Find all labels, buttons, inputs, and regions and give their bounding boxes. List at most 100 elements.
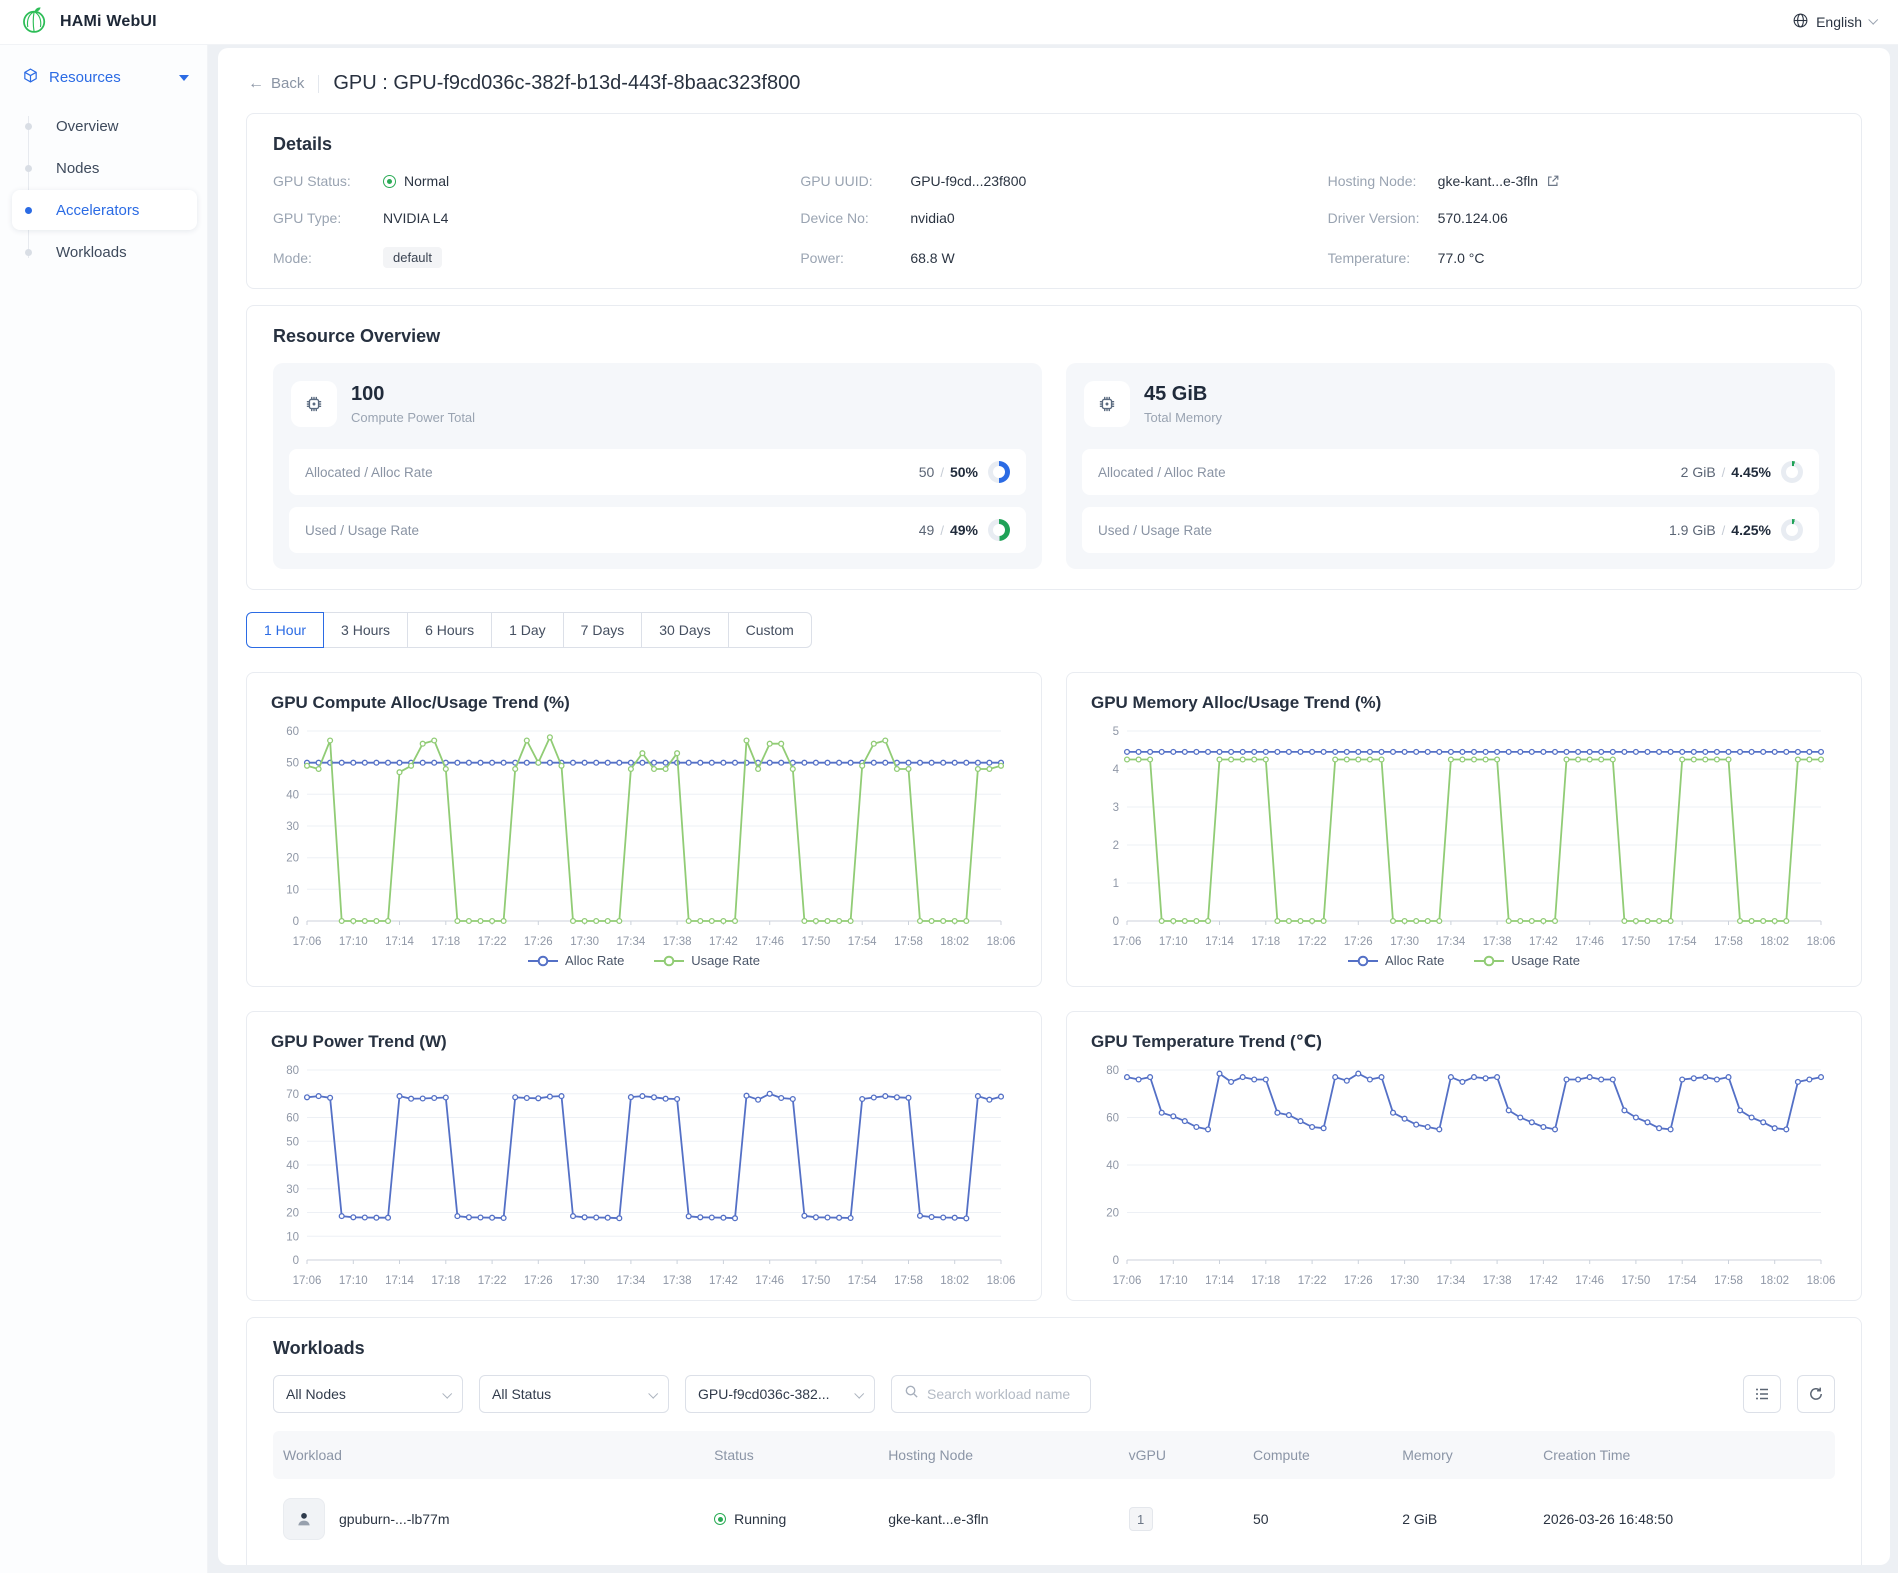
svg-text:17:18: 17:18 xyxy=(1251,1275,1280,1287)
svg-text:17:42: 17:42 xyxy=(709,1275,738,1287)
resource-total: 45 GiB xyxy=(1144,383,1222,406)
svg-text:17:50: 17:50 xyxy=(1622,936,1651,948)
breadcrumb-divider xyxy=(318,75,319,93)
resource-stat-row: Used / Usage Rate49/49% xyxy=(289,507,1026,553)
globe-icon xyxy=(1792,12,1809,32)
resource-caption: Total Memory xyxy=(1144,410,1222,425)
field-label: Temperature: xyxy=(1328,250,1438,266)
workload-search[interactable] xyxy=(891,1375,1091,1413)
detail-field: Temperature:77.0 °C xyxy=(1328,247,1835,268)
chevron-down-icon xyxy=(854,1388,864,1398)
chart-card-2: GPU Power Trend (W)0102030405060708017:0… xyxy=(246,1011,1042,1301)
sidebar-item-workloads[interactable]: Workloads xyxy=(12,232,197,272)
sidebar-item-overview[interactable]: Overview xyxy=(12,106,197,146)
resource-overview-title: Resource Overview xyxy=(273,326,1835,347)
svg-text:17:34: 17:34 xyxy=(617,936,646,948)
column-header-status: Status xyxy=(714,1447,888,1463)
sidebar-section-resources[interactable]: Resources xyxy=(0,59,207,96)
svg-text:0: 0 xyxy=(293,916,299,928)
sidebar-item-label: Accelerators xyxy=(56,202,139,219)
workload-name[interactable]: gpuburn-...-lb77m xyxy=(339,1511,450,1527)
filter-select-2[interactable]: GPU-f9cd036c-382... xyxy=(685,1375,875,1413)
sidebar-section-label: Resources xyxy=(49,69,169,86)
status-running-icon xyxy=(714,1513,726,1525)
svg-text:17:46: 17:46 xyxy=(1575,1275,1604,1287)
time-tab-1-day[interactable]: 1 Day xyxy=(491,612,564,648)
svg-text:17:26: 17:26 xyxy=(524,936,553,948)
svg-text:17:30: 17:30 xyxy=(570,936,599,948)
svg-text:17:42: 17:42 xyxy=(1529,1275,1558,1287)
line-chart: 01234517:0617:1017:1417:1817:2217:2617:3… xyxy=(1091,719,1831,951)
svg-text:1: 1 xyxy=(1113,878,1119,890)
time-tab-7-days[interactable]: 7 Days xyxy=(563,612,643,648)
workload-avatar xyxy=(283,1498,325,1540)
svg-text:50: 50 xyxy=(286,1136,299,1148)
column-header-hosting-node: Hosting Node xyxy=(888,1447,1128,1463)
back-button[interactable]: ← Back xyxy=(248,75,304,93)
legend-marker-icon xyxy=(1474,955,1504,967)
cube-icon xyxy=(22,67,39,88)
sidebar-item-label: Nodes xyxy=(56,160,99,177)
time-tab-1-hour[interactable]: 1 Hour xyxy=(246,612,324,648)
svg-text:30: 30 xyxy=(286,821,299,833)
column-settings-button[interactable] xyxy=(1743,1375,1781,1413)
column-header-workload: Workload xyxy=(283,1447,714,1463)
filter-select-1[interactable]: All Status xyxy=(479,1375,669,1413)
chip-icon xyxy=(303,393,325,415)
workloads-title: Workloads xyxy=(273,1338,1835,1359)
detail-field: GPU Status:Normal xyxy=(273,173,780,189)
resource-icon-box xyxy=(291,381,337,427)
svg-text:17:38: 17:38 xyxy=(663,1275,692,1287)
legend-item[interactable]: Alloc Rate xyxy=(1348,953,1444,968)
svg-text:17:38: 17:38 xyxy=(1483,936,1512,948)
svg-text:18:06: 18:06 xyxy=(1807,1275,1836,1287)
chevron-down-icon xyxy=(648,1388,658,1398)
table-header-row: WorkloadStatusHosting NodevGPUComputeMem… xyxy=(273,1431,1835,1479)
filter-value: GPU-f9cd036c-382... xyxy=(698,1386,830,1402)
svg-text:17:30: 17:30 xyxy=(1390,1275,1419,1287)
time-tab-3-hours[interactable]: 3 Hours xyxy=(323,612,408,648)
legend-marker-icon xyxy=(654,955,684,967)
svg-text:40: 40 xyxy=(286,789,299,801)
chart-card-1: GPU Memory Alloc/Usage Trend (%)01234517… xyxy=(1066,672,1862,987)
person-icon xyxy=(293,1508,315,1530)
time-tab-30-days[interactable]: 30 Days xyxy=(641,612,728,648)
time-tab-custom[interactable]: Custom xyxy=(728,612,812,648)
tree-dot xyxy=(25,123,32,130)
workload-search-input[interactable] xyxy=(927,1386,1077,1402)
svg-text:17:14: 17:14 xyxy=(1205,936,1234,948)
sidebar: Resources Overview Nodes Accelerators Workl… xyxy=(0,45,208,1573)
field-label: Mode: xyxy=(273,250,383,266)
svg-text:17:18: 17:18 xyxy=(1251,936,1280,948)
chart-legend: Alloc Rate Usage Rate xyxy=(271,951,1017,976)
back-label: Back xyxy=(271,75,304,92)
hosting-node-link[interactable]: gke-kant...e-3fln xyxy=(1438,173,1560,189)
refresh-button[interactable] xyxy=(1797,1375,1835,1413)
detail-field: GPU UUID:GPU-f9cd...23f800 xyxy=(800,173,1307,189)
legend-item[interactable]: Alloc Rate xyxy=(528,953,624,968)
svg-text:60: 60 xyxy=(286,1113,299,1125)
svg-text:17:54: 17:54 xyxy=(848,1275,877,1287)
svg-text:17:18: 17:18 xyxy=(431,1275,460,1287)
sidebar-item-nodes[interactable]: Nodes xyxy=(12,148,197,188)
resource-cards: 100Compute Power TotalAllocated / Alloc … xyxy=(273,363,1835,569)
sidebar-item-accelerators[interactable]: Accelerators xyxy=(12,190,197,230)
line-chart: 02040608017:0617:1017:1417:1817:2217:261… xyxy=(1091,1058,1831,1290)
vgpu-count-badge: 1 xyxy=(1129,1507,1153,1531)
filter-select-0[interactable]: All Nodes xyxy=(273,1375,463,1413)
svg-text:20: 20 xyxy=(286,853,299,865)
svg-text:20: 20 xyxy=(1106,1208,1119,1220)
filter-value: All Nodes xyxy=(286,1386,346,1402)
field-label: GPU Type: xyxy=(273,210,383,226)
legend-item[interactable]: Usage Rate xyxy=(1474,953,1580,968)
svg-text:17:22: 17:22 xyxy=(478,1275,507,1287)
donut-gauge xyxy=(1781,461,1803,483)
time-tab-6-hours[interactable]: 6 Hours xyxy=(407,612,492,648)
svg-text:17:34: 17:34 xyxy=(1437,1275,1466,1287)
details-title: Details xyxy=(273,134,1835,155)
chart-title: GPU Temperature Trend (℃) xyxy=(1091,1032,1837,1052)
svg-text:17:14: 17:14 xyxy=(385,936,414,948)
workload-memory: 2 GiB xyxy=(1402,1511,1543,1527)
legend-item[interactable]: Usage Rate xyxy=(654,953,760,968)
language-selector[interactable]: English xyxy=(1792,12,1876,32)
